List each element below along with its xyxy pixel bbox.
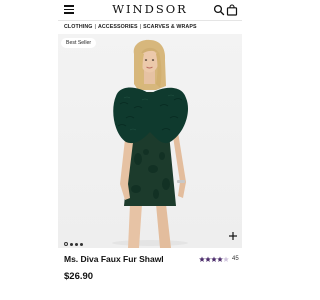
product-page: WINDSOR CLOTHING | ACCESSORIES | SCARVES & W… — [0, 0, 300, 300]
site-logo[interactable]: WINDSOR — [110, 1, 190, 17]
category-scarves-wraps[interactable]: SCARVES & WRAPS — [143, 24, 197, 30]
product-rating[interactable]: 45 — [199, 255, 239, 264]
product-image[interactable]: Best Seller — [58, 34, 242, 248]
rating-stars-icon — [199, 256, 229, 262]
product-title: Ms. Diva Faux Fur Shawl — [64, 254, 164, 264]
model-photo — [58, 34, 242, 248]
search-icon[interactable] — [213, 3, 225, 16]
site-header: WINDSOR — [0, 0, 300, 20]
plus-icon[interactable] — [228, 228, 238, 240]
product-price: $26.90 — [64, 271, 94, 282]
category-accessories[interactable]: ACCESSORIES — [98, 24, 138, 30]
hamburger-menu-icon[interactable] — [64, 4, 76, 14]
best-seller-badge: Best Seller — [61, 38, 97, 48]
carousel-dots — [64, 233, 85, 246]
rating-count: 45 — [232, 256, 239, 262]
category-breadcrumb: CLOTHING | ACCESSORIES | SCARVES & WRAPS — [58, 20, 242, 35]
shopping-bag-icon[interactable] — [226, 3, 238, 16]
category-clothing[interactable]: CLOTHING — [58, 24, 92, 30]
